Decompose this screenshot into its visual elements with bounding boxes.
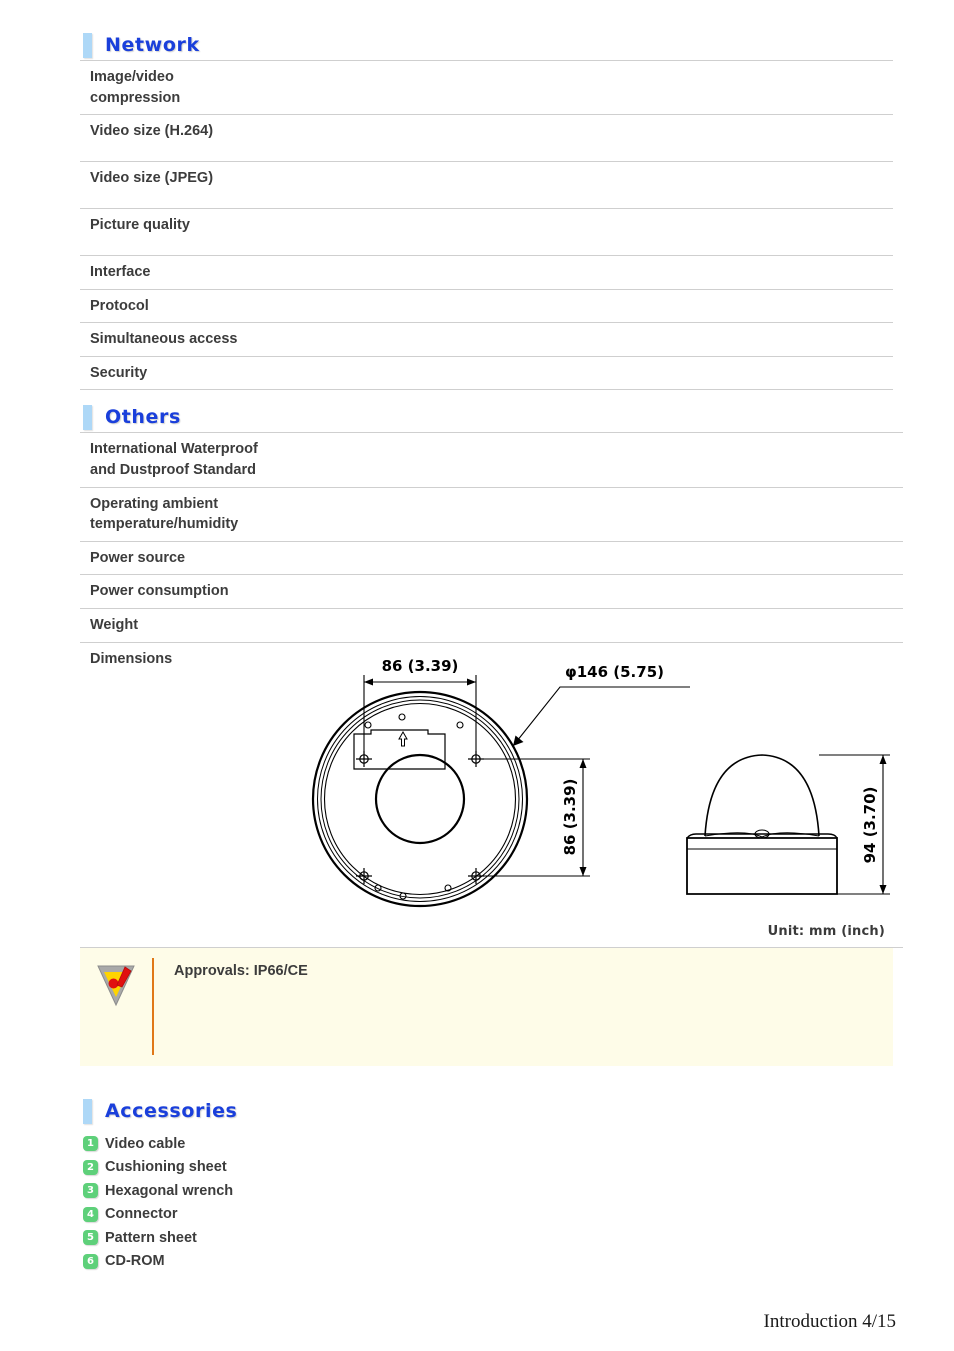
accessory-number-badge: 2 bbox=[83, 1159, 98, 1175]
spec-label: Interface bbox=[90, 264, 151, 281]
spec-label-line2: temperature/humidity bbox=[90, 516, 239, 533]
list-item: 1 Video cable bbox=[83, 1132, 954, 1156]
spec-table-others: International Waterproof and Dustproof St… bbox=[80, 432, 903, 948]
spec-label: Simultaneous access bbox=[90, 331, 238, 348]
dimensions-cell: Dimensions 86 (3.39) φ146 (5.75) 86 (3.3… bbox=[80, 642, 903, 948]
spec-value bbox=[380, 487, 903, 541]
table-row: Security bbox=[80, 356, 893, 390]
list-item: 4 Connector bbox=[83, 1203, 954, 1227]
spec-label: Picture quality bbox=[90, 217, 190, 234]
accessory-label: Video cable bbox=[105, 1135, 186, 1152]
spec-value bbox=[380, 115, 893, 162]
spec-label: Security bbox=[90, 364, 148, 381]
spec-label: Protocol bbox=[90, 297, 149, 314]
approvals-text: Approvals: IP66/CE bbox=[174, 963, 308, 980]
section-heading-accessories: Accessories bbox=[83, 1096, 954, 1126]
accessories-list: 1 Video cable 2 Cushioning sheet 3 Hexag… bbox=[0, 1132, 954, 1273]
spec-value bbox=[380, 323, 893, 357]
spec-value bbox=[380, 541, 903, 575]
table-row: Video size (JPEG) bbox=[80, 162, 893, 209]
section-accent-bar-icon bbox=[83, 404, 92, 430]
spec-value bbox=[380, 289, 893, 323]
spec-label: Image/video compression bbox=[80, 61, 380, 115]
spec-value bbox=[380, 608, 903, 642]
section-title-others: Others bbox=[105, 406, 181, 429]
spec-label-line1: Image/video bbox=[90, 69, 174, 85]
spec-label-line2: compression bbox=[90, 89, 181, 106]
list-item: 5 Pattern sheet bbox=[83, 1226, 954, 1250]
dim-label-right-height: 86 (3.39) bbox=[561, 779, 579, 856]
dimension-drawing: 86 (3.39) φ146 (5.75) 86 (3.39) 94 (3.70… bbox=[90, 657, 903, 947]
list-item: 2 Cushioning sheet bbox=[83, 1156, 954, 1180]
section-title-network: Network bbox=[105, 34, 200, 56]
table-row: Operating ambient temperature/humidity bbox=[80, 487, 903, 542]
table-row-dimensions: Dimensions 86 (3.39) φ146 (5.75) 86 (3.3… bbox=[80, 642, 903, 948]
accessory-label: Hexagonal wrench bbox=[105, 1182, 234, 1199]
dim-label-side-height: 94 (3.70) bbox=[861, 787, 879, 864]
spec-value bbox=[380, 209, 893, 256]
table-row: Video size (H.264) bbox=[80, 115, 893, 162]
section-accent-bar-icon bbox=[83, 1098, 92, 1124]
spec-label-line1: International Waterproof bbox=[90, 441, 258, 458]
spec-label: Video size (JPEG) bbox=[90, 170, 214, 187]
accessory-label: Cushioning sheet bbox=[105, 1159, 227, 1176]
spec-label: Operating ambient temperature/humidity bbox=[80, 487, 380, 541]
document-page: Network Image/video compression Video siz… bbox=[0, 0, 954, 1351]
spec-label: Power consumption bbox=[90, 583, 229, 600]
accessory-number-badge: 3 bbox=[83, 1183, 98, 1199]
spec-value bbox=[380, 61, 893, 115]
table-row: Power consumption bbox=[80, 575, 903, 609]
accessory-label: Connector bbox=[105, 1206, 178, 1223]
accessory-number-badge: 1 bbox=[83, 1136, 98, 1152]
top-spacer bbox=[0, 0, 954, 30]
caution-triangle-icon-svg bbox=[97, 965, 135, 1007]
unit-label: Unit: mm (inch) bbox=[767, 923, 885, 939]
dim-label-diameter: φ146 (5.75) bbox=[565, 663, 664, 681]
spec-label: Weight bbox=[90, 616, 139, 633]
section-heading-others: Others bbox=[83, 402, 954, 432]
spec-value bbox=[380, 256, 893, 290]
section-accent-bar-icon bbox=[83, 32, 92, 58]
spec-label-line1: Operating ambient bbox=[90, 495, 219, 512]
section-heading-network: Network bbox=[83, 30, 954, 60]
table-row: Simultaneous access bbox=[80, 323, 893, 357]
caution-triangle-icon bbox=[80, 958, 152, 1008]
accessory-number-badge: 5 bbox=[83, 1230, 98, 1246]
page-footer: Introduction 4/15 bbox=[763, 1311, 896, 1332]
approvals-note-box: Approvals: IP66/CE bbox=[80, 948, 893, 1067]
spec-table-network: Image/video compression Video size (H.264… bbox=[80, 60, 893, 390]
accessory-label: Pattern sheet bbox=[105, 1229, 197, 1246]
accessory-label: CD-ROM bbox=[105, 1253, 165, 1270]
table-row: Weight bbox=[80, 608, 903, 643]
spec-label: Video size (H.264) bbox=[90, 123, 214, 140]
camera-dimension-drawing-svg: 86 (3.39) φ146 (5.75) 86 (3.39) 94 (3.70… bbox=[311, 657, 890, 908]
table-row: Image/video compression bbox=[80, 60, 893, 115]
table-row: Picture quality bbox=[80, 209, 893, 256]
table-row: Power source bbox=[80, 541, 903, 575]
spec-value bbox=[380, 162, 893, 209]
spec-value bbox=[380, 356, 893, 390]
spec-value bbox=[380, 433, 903, 487]
spec-label-line2: and Dustproof Standard bbox=[90, 462, 256, 479]
spec-value bbox=[380, 575, 903, 609]
list-item: 6 CD-ROM bbox=[83, 1250, 954, 1274]
accessory-number-badge: 4 bbox=[83, 1206, 98, 1222]
list-item: 3 Hexagonal wrench bbox=[83, 1179, 954, 1203]
table-row: Interface bbox=[80, 256, 893, 290]
accessory-number-badge: 6 bbox=[83, 1253, 98, 1269]
spec-label: Power source bbox=[90, 549, 186, 566]
section-title-accessories: Accessories bbox=[105, 1100, 238, 1123]
table-row: Protocol bbox=[80, 289, 893, 323]
dim-label-top-width: 86 (3.39) bbox=[382, 657, 459, 675]
accessories-gap bbox=[0, 1066, 954, 1096]
spec-label: International Waterproof and Dustproof St… bbox=[80, 433, 380, 487]
table-row: International Waterproof and Dustproof St… bbox=[80, 432, 903, 488]
